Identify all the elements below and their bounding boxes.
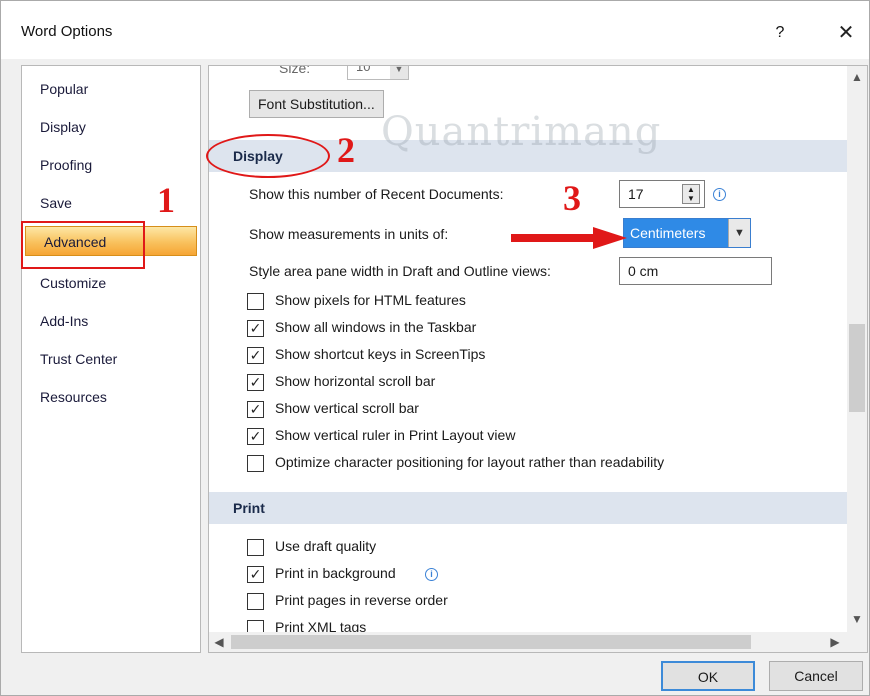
recent-docs-label: Show this number of Recent Documents:: [249, 186, 504, 202]
checkbox-label: Show horizontal scroll bar: [275, 373, 436, 389]
watermark-logo: Quantrimang: [381, 109, 662, 155]
checkbox-label: Show vertical scroll bar: [275, 400, 419, 416]
font-substitution-button[interactable]: Font Substitution...: [249, 90, 384, 118]
spin-arrows-icon[interactable]: ▲ ▼: [682, 184, 700, 204]
scroll-left-icon[interactable]: ◀: [209, 635, 229, 649]
scroll-down-icon[interactable]: ▼: [847, 612, 867, 626]
checkbox-label: Print in background: [275, 565, 396, 581]
annotation-step-3: 3: [563, 178, 581, 218]
ok-button[interactable]: OK: [661, 661, 755, 691]
window-title: Word Options: [21, 23, 113, 40]
measurement-units-value: Centimeters: [624, 219, 728, 247]
horizontal-scroll-thumb[interactable]: [231, 635, 751, 649]
title-bar: Word Options ? ✕: [1, 1, 869, 59]
horizontal-scrollbar[interactable]: ◀ ▶: [209, 632, 847, 652]
checkbox[interactable]: [247, 539, 264, 556]
measurement-units-label: Show measurements in units of:: [249, 226, 449, 242]
checkbox[interactable]: [247, 593, 264, 610]
recent-docs-value: 17: [628, 186, 644, 202]
sidebar-item-trust-center[interactable]: Trust Center: [22, 344, 200, 374]
checkbox-checked[interactable]: ✓: [247, 401, 264, 418]
scroll-corner: [847, 632, 867, 652]
checkbox-label: Show all windows in the Taskbar: [275, 319, 477, 335]
annotation-step-1: 1: [157, 180, 175, 220]
size-label: Size:: [279, 65, 311, 76]
checkbox-label: Show shortcut keys in ScreenTips: [275, 346, 486, 362]
chevron-down-icon: ▼: [390, 66, 408, 79]
sidebar-item-display[interactable]: Display: [22, 112, 200, 142]
size-select[interactable]: 10 ▼: [347, 65, 409, 80]
word-options-dialog: Word Options ? ✕ Popular Display Proofin…: [0, 0, 870, 696]
measurement-units-dropdown[interactable]: Centimeters ▼: [623, 218, 751, 248]
close-icon[interactable]: ✕: [831, 19, 861, 47]
sidebar-item-add-ins[interactable]: Add-Ins: [22, 306, 200, 336]
checkbox-label: Print pages in reverse order: [275, 592, 448, 608]
section-header-print: Print: [209, 492, 847, 524]
info-icon: i: [425, 568, 438, 581]
annotation-step-2: 2: [337, 130, 355, 170]
checkbox-checked[interactable]: ✓: [247, 347, 264, 364]
annotation-circle-display: [206, 134, 330, 178]
checkbox-label: Show vertical ruler in Print Layout view: [275, 427, 516, 443]
chevron-down-icon[interactable]: ▼: [728, 219, 750, 247]
checkbox-checked[interactable]: ✓: [247, 566, 264, 583]
style-area-input[interactable]: 0 cm: [619, 257, 772, 285]
checkbox-label: Use draft quality: [275, 538, 377, 554]
vertical-scrollbar[interactable]: ▲ ▼: [847, 66, 867, 632]
help-button[interactable]: ?: [765, 19, 795, 47]
cancel-button[interactable]: Cancel: [769, 661, 863, 691]
recent-docs-spinner[interactable]: 17 ▲ ▼: [619, 180, 705, 208]
checkbox-label: Optimize character positioning for layou…: [275, 454, 665, 470]
checkbox[interactable]: [247, 293, 264, 310]
size-value: 10: [356, 65, 371, 74]
sidebar-item-proofing[interactable]: Proofing: [22, 150, 200, 180]
vertical-scroll-thumb[interactable]: [849, 324, 865, 412]
info-icon: i: [713, 188, 726, 201]
scroll-up-icon[interactable]: ▲: [847, 70, 867, 84]
checkbox-checked[interactable]: ✓: [247, 320, 264, 337]
checkbox-checked[interactable]: ✓: [247, 374, 264, 391]
checkbox-label: Show pixels for HTML features: [275, 292, 466, 308]
sidebar-item-customize[interactable]: Customize: [22, 268, 200, 298]
style-area-label: Style area pane width in Draft and Outli…: [249, 263, 551, 279]
sidebar-item-resources[interactable]: Resources: [22, 382, 200, 412]
checkbox[interactable]: [247, 455, 264, 472]
sidebar: Popular Display Proofing Save Advanced C…: [21, 65, 201, 653]
scroll-right-icon[interactable]: ▶: [825, 635, 845, 649]
sidebar-item-popular[interactable]: Popular: [22, 74, 200, 104]
annotation-box-advanced: [21, 221, 145, 269]
annotation-arrow-icon: [511, 227, 627, 249]
checkbox-checked[interactable]: ✓: [247, 428, 264, 445]
